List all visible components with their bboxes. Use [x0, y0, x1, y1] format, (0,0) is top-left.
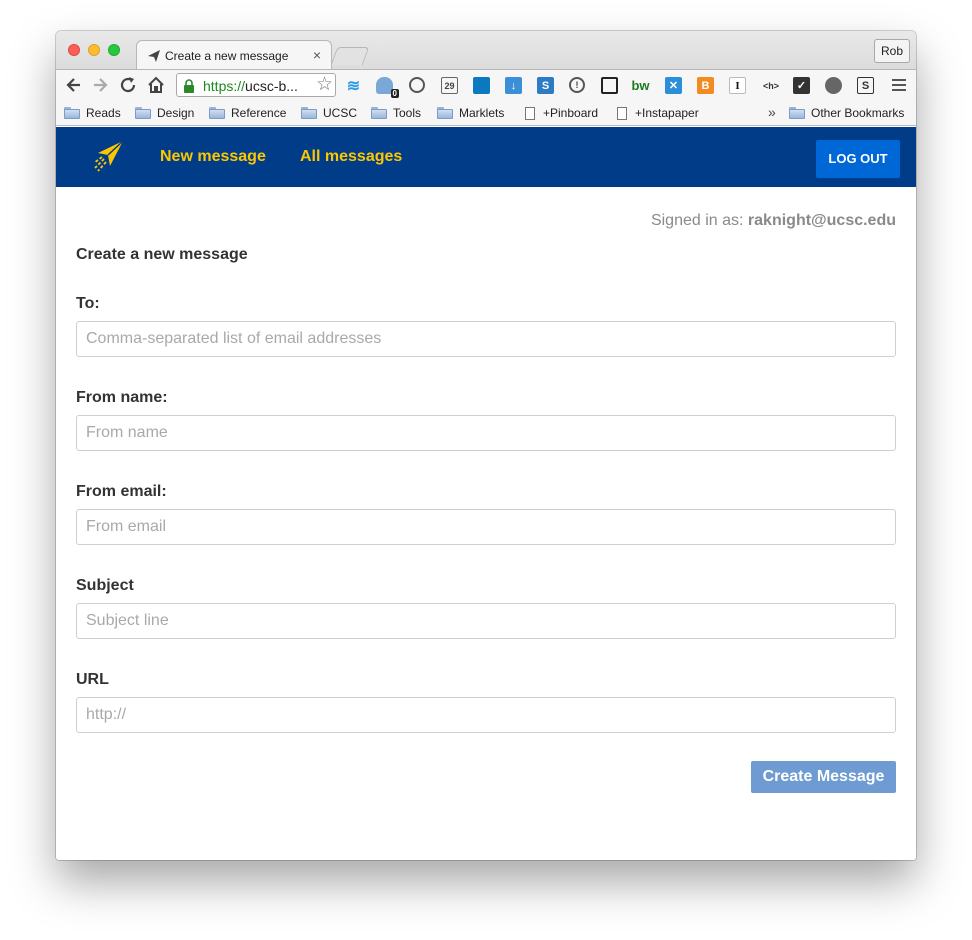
- info-extension-icon[interactable]: !: [569, 77, 585, 93]
- bookmark-folder-design[interactable]: Design: [135, 106, 194, 120]
- from-name-input[interactable]: [76, 415, 896, 451]
- wave-extension-icon[interactable]: ≋: [345, 77, 362, 95]
- instapaper-icon[interactable]: I: [729, 77, 746, 94]
- trello-icon[interactable]: [473, 77, 490, 94]
- from-email-input[interactable]: [76, 509, 896, 545]
- lock-icon: [184, 79, 194, 93]
- create-message-button[interactable]: Create Message: [751, 761, 896, 793]
- paper-plane-logo-icon[interactable]: [92, 139, 126, 175]
- x-extension-icon[interactable]: ✕: [665, 77, 682, 94]
- main-content: Signed in as: raknight@ucsc.edu Create a…: [56, 187, 916, 860]
- bookmark-pinboard[interactable]: +Pinboard: [525, 106, 598, 120]
- subject-input[interactable]: [76, 603, 896, 639]
- signed-in-user: raknight@ucsc.edu: [747, 212, 896, 229]
- minimize-window-button[interactable]: [88, 44, 100, 56]
- compass-extension-icon[interactable]: [825, 77, 842, 94]
- ghostery-badge: 0: [390, 89, 399, 98]
- url-text: https://ucsc-b...: [203, 78, 298, 94]
- folder-icon: [371, 107, 387, 119]
- subject-label: Subject: [76, 577, 134, 594]
- checkmark-extension-icon[interactable]: ✓: [793, 77, 810, 94]
- browser-tab-active[interactable]: Create a new message ×: [136, 40, 332, 69]
- b-extension-icon[interactable]: B: [697, 77, 714, 94]
- nav-new-message-link[interactable]: New message: [160, 148, 266, 166]
- folder-icon: [437, 107, 453, 119]
- address-bar[interactable]: https://ucsc-b... ☆: [176, 73, 336, 97]
- hamburger-menu-icon[interactable]: [892, 79, 906, 92]
- url-label: URL: [76, 671, 109, 688]
- calendar-extension-icon[interactable]: 29: [441, 77, 458, 94]
- download-extension-icon[interactable]: ↓: [505, 77, 522, 94]
- bookmark-folder-tools[interactable]: Tools: [371, 106, 421, 120]
- page-icon: [525, 106, 535, 120]
- bookmark-folder-ucsc[interactable]: UCSC: [301, 106, 357, 120]
- folder-icon: [64, 107, 80, 119]
- url-input[interactable]: [76, 697, 896, 733]
- bookmarks-overflow-chevron[interactable]: »: [768, 104, 776, 120]
- bookmarks-bar: Reads Design Reference UCSC Tools Markle…: [56, 99, 916, 126]
- bookmark-folder-marklets[interactable]: Marklets: [437, 106, 504, 120]
- ghostery-icon[interactable]: 0: [376, 77, 399, 98]
- back-arrow-icon[interactable]: [64, 75, 84, 95]
- from-name-label: From name:: [76, 389, 168, 406]
- headings-extension-icon[interactable]: <h>: [759, 77, 783, 94]
- close-window-button[interactable]: [68, 44, 80, 56]
- bookmark-folder-reference[interactable]: Reference: [209, 106, 286, 120]
- folder-icon: [301, 107, 317, 119]
- app-navbar: New message All messages LOG OUT: [56, 127, 916, 187]
- squares-extension-icon[interactable]: [601, 77, 618, 94]
- from-email-label: From email:: [76, 483, 167, 500]
- forward-arrow-icon[interactable]: [90, 75, 110, 95]
- signed-in-status: Signed in as: raknight@ucsc.edu: [651, 212, 896, 230]
- tab-strip: Create a new message × Rob: [56, 31, 916, 69]
- bw-extension-icon[interactable]: bw: [631, 77, 649, 94]
- maximize-window-button[interactable]: [108, 44, 120, 56]
- bookmark-instapaper[interactable]: +Instapaper: [617, 106, 699, 120]
- logout-button[interactable]: LOG OUT: [816, 140, 900, 178]
- to-input[interactable]: [76, 321, 896, 357]
- profile-button[interactable]: Rob: [874, 39, 910, 63]
- s-box-extension-icon[interactable]: S: [857, 77, 874, 94]
- bookmark-star-icon[interactable]: ☆: [316, 75, 333, 95]
- new-tab-button[interactable]: [330, 47, 370, 65]
- folder-icon: [789, 107, 805, 119]
- tab-close-icon[interactable]: ×: [313, 47, 321, 63]
- page-icon: [617, 106, 627, 120]
- page-title: Create a new message: [76, 246, 248, 263]
- history-extension-icon[interactable]: [409, 77, 425, 93]
- browser-toolbar: https://ucsc-b... ☆ ≋ 0 29 ↓ S ! bw ✕ B …: [56, 69, 916, 99]
- s-extension-icon[interactable]: S: [537, 77, 554, 94]
- bookmark-folder-reads[interactable]: Reads: [64, 106, 121, 120]
- signed-in-label: Signed in as:: [650, 212, 744, 229]
- to-label: To:: [76, 295, 100, 312]
- nav-all-messages-link[interactable]: All messages: [300, 148, 402, 166]
- tab-title: Create a new message: [165, 49, 289, 63]
- home-icon[interactable]: [146, 75, 166, 95]
- folder-icon: [209, 107, 225, 119]
- folder-icon: [135, 107, 151, 119]
- reload-icon[interactable]: [118, 75, 138, 95]
- browser-window: Create a new message × Rob https://ucsc-…: [56, 31, 916, 860]
- paper-plane-icon: [148, 50, 160, 62]
- bookmark-folder-other[interactable]: Other Bookmarks: [789, 106, 904, 120]
